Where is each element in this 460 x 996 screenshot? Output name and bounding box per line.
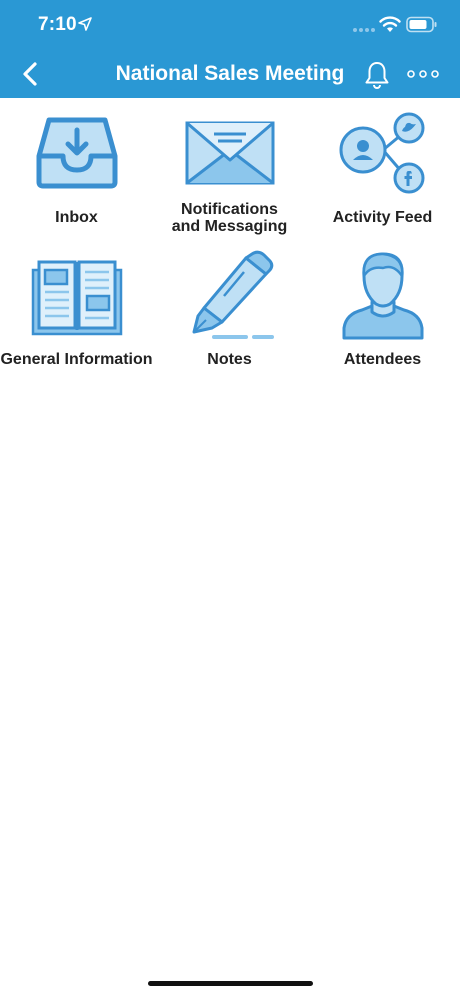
social-share-icon bbox=[339, 112, 424, 194]
tile-attendees[interactable]: Attendees bbox=[306, 248, 459, 398]
tile-label: Notes bbox=[207, 351, 252, 368]
envelope-icon bbox=[185, 121, 274, 185]
open-book-icon bbox=[31, 260, 122, 336]
tile-general-information[interactable]: General Information bbox=[0, 248, 153, 398]
tile-notes[interactable]: Notes bbox=[153, 248, 306, 398]
tile-inbox[interactable]: Inbox bbox=[0, 108, 153, 258]
signal-dots-icon bbox=[353, 28, 375, 32]
bell-icon[interactable] bbox=[363, 60, 391, 90]
more-horizontal-icon[interactable] bbox=[407, 66, 439, 82]
status-time: 7:10 bbox=[38, 14, 77, 35]
tile-label: Attendees bbox=[343, 351, 422, 368]
battery-icon bbox=[406, 16, 437, 33]
tile-label: Inbox bbox=[55, 209, 98, 226]
tile-notifications-messaging[interactable]: Notifications and Messaging bbox=[153, 108, 306, 258]
tile-activity-feed[interactable]: Activity Feed bbox=[306, 108, 459, 258]
page-title: National Sales Meeting bbox=[115, 62, 345, 85]
wifi-icon bbox=[379, 16, 401, 32]
person-icon bbox=[342, 252, 423, 340]
tile-label-line1: Notifications bbox=[181, 201, 278, 218]
pen-icon bbox=[192, 250, 274, 339]
tile-label: Activity Feed bbox=[332, 209, 433, 226]
app-header: 7:10 National Sales Meeting bbox=[0, 0, 460, 98]
home-indicator[interactable] bbox=[148, 981, 313, 986]
location-arrow-icon bbox=[78, 17, 92, 31]
back-button[interactable] bbox=[18, 60, 44, 88]
tile-label: General Information bbox=[0, 351, 153, 368]
tile-label-line2: and Messaging bbox=[171, 218, 288, 235]
status-bar: 7:10 bbox=[0, 0, 460, 50]
inbox-icon bbox=[36, 117, 117, 189]
